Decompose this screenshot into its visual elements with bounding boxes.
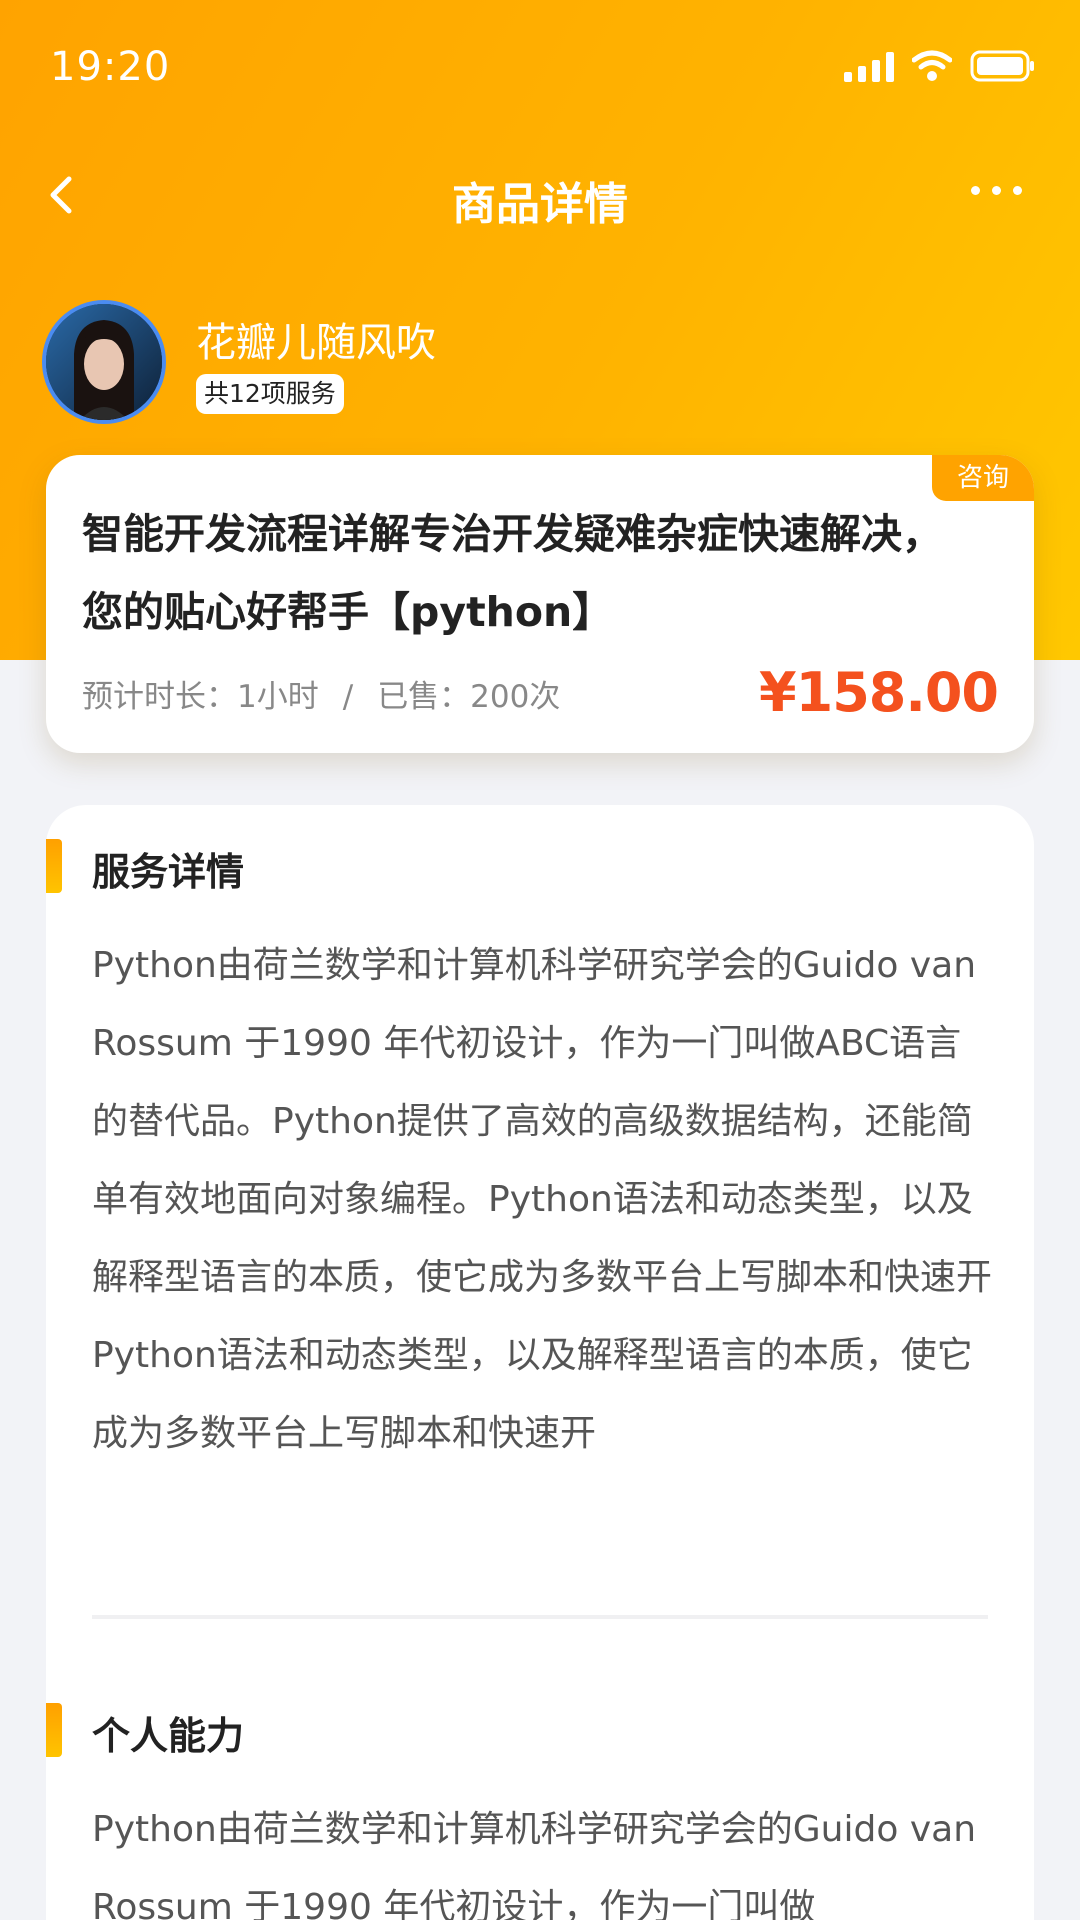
status-time: 19:20 (50, 44, 171, 90)
sold-count-text: 已售：200次 (377, 679, 561, 715)
product-title: 智能开发流程详解专治开发疑难杂症快速解决，您的贴心好帮手【python】 (82, 510, 943, 636)
signal-icon (844, 50, 894, 82)
product-price: ¥158.00 (759, 661, 999, 724)
meta-separator: / (342, 679, 354, 715)
more-dot-icon (1013, 186, 1022, 195)
seller-name[interactable]: 花瓣儿随风吹 (196, 310, 436, 368)
seller-avatar[interactable] (42, 300, 166, 424)
more-options-button[interactable] (971, 186, 1022, 195)
personal-ability-title: 个人能力 (92, 1714, 245, 1758)
battery-icon (970, 50, 1034, 82)
page-title: 商品详情 (452, 179, 628, 230)
personal-ability-text: Python由荷兰数学和计算机科学研究学会的Guido van Rossum 于… (92, 1809, 977, 1920)
more-dot-icon (992, 186, 1001, 195)
duration-text: 预计时长：1小时 (82, 679, 319, 715)
section-divider (92, 1615, 988, 1619)
product-card: 咨询 智能开发流程详解专治开发疑难杂症快速解决，您的贴心好帮手【python】 … (46, 455, 1034, 753)
more-dot-icon (971, 186, 980, 195)
service-count-badge: 共12项服务 (196, 374, 344, 414)
service-detail-title: 服务详情 (92, 850, 245, 894)
service-detail-text: Python由荷兰数学和计算机科学研究学会的Guido van Rossum 于… (92, 945, 993, 1454)
section-accent-bar (46, 1703, 62, 1757)
section-accent-bar (46, 839, 62, 893)
detail-card: 服务详情 Python由荷兰数学和计算机科学研究学会的Guido van Ros… (46, 805, 1034, 1920)
product-meta: 预计时长：1小时 / 已售：200次 (82, 671, 560, 716)
status-icons (844, 48, 1036, 84)
wifi-icon (912, 50, 952, 81)
avatar-image (46, 304, 162, 420)
